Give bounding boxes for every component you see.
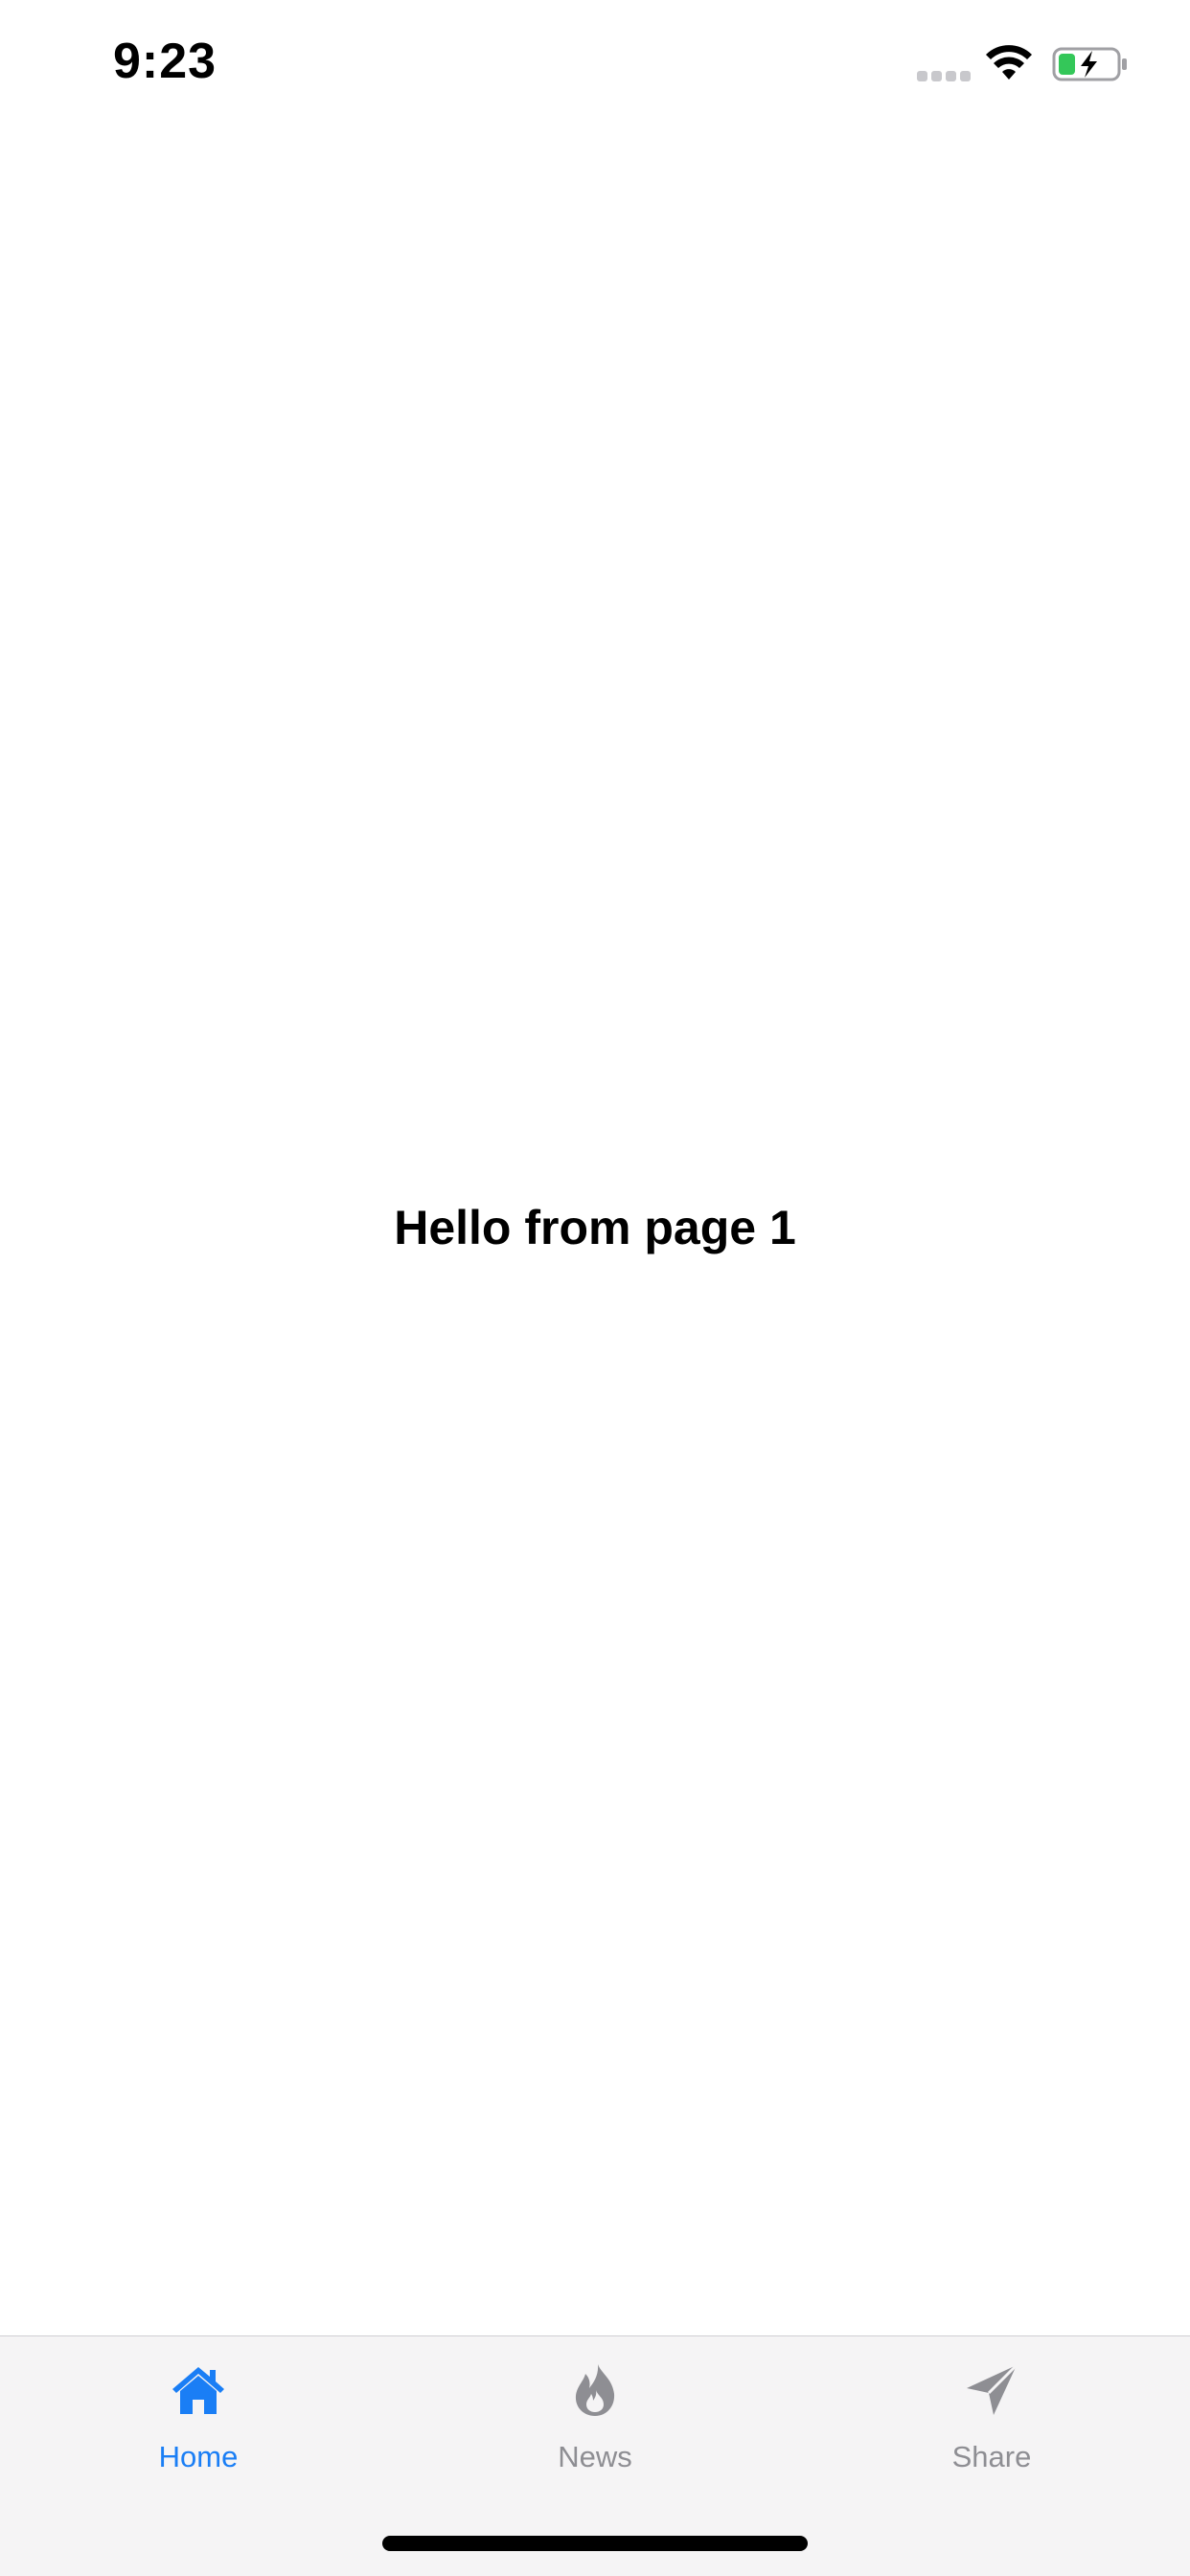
tab-news-label: News xyxy=(558,2440,632,2473)
paper-plane-icon xyxy=(967,2363,1018,2415)
status-bar: 9:23 xyxy=(0,0,1190,126)
cellular-signal-icon xyxy=(917,71,971,82)
wifi-icon xyxy=(986,45,1032,80)
battery-charging-icon xyxy=(1052,47,1127,81)
page-greeting-text: Hello from page 1 xyxy=(394,1201,796,1254)
home-indicator[interactable] xyxy=(382,2536,808,2551)
tab-home[interactable]: Home xyxy=(0,2336,397,2499)
flame-icon xyxy=(575,2364,615,2416)
home-icon xyxy=(172,2367,224,2414)
page-content: Hello from page 1 xyxy=(0,126,1190,2335)
tab-share-label: Share xyxy=(951,2440,1032,2473)
status-time: 9:23 xyxy=(113,34,217,89)
tab-bar: Home News Share xyxy=(0,2335,1190,2576)
tab-share[interactable]: Share xyxy=(793,2336,1190,2499)
tab-news[interactable]: News xyxy=(397,2336,793,2499)
app-screen: 9:23 Hello from page 1 Home News Share xyxy=(0,0,1190,2576)
tab-home-label: Home xyxy=(158,2440,239,2473)
